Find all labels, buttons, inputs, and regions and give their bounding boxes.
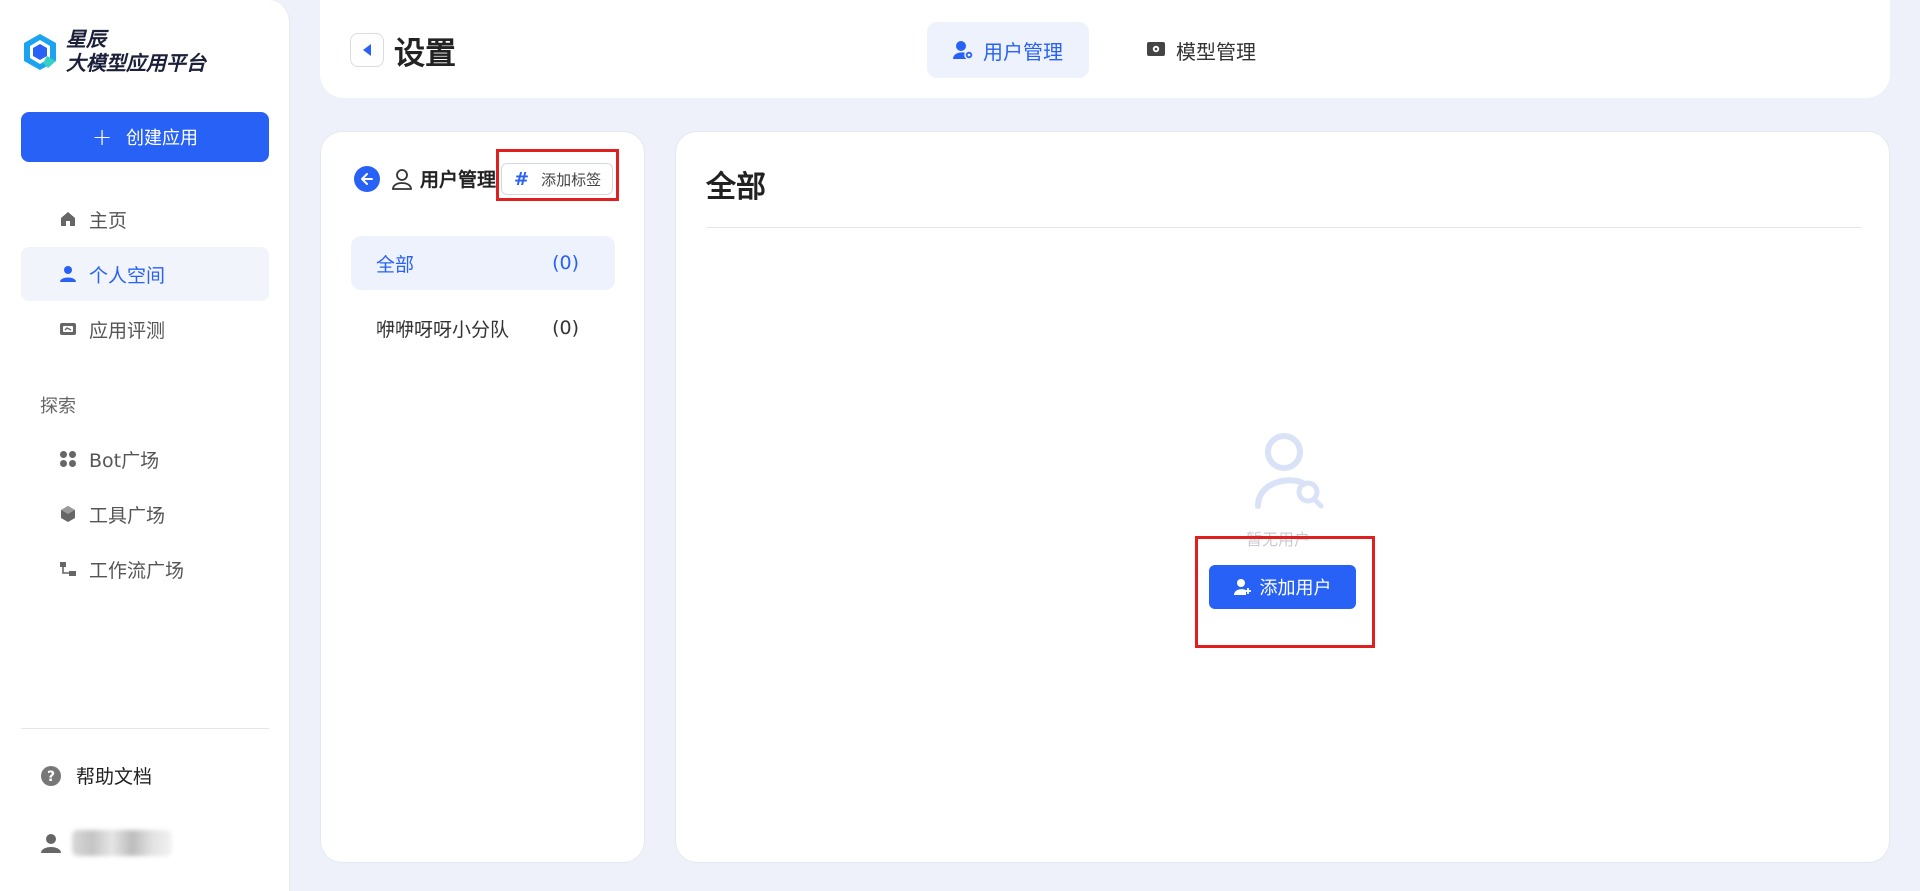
- sidebar: 星辰 大模型应用平台 + 创建应用 主页 个人空间 应用评测 探索 Bot广场: [0, 0, 290, 891]
- sidebar-item-label: 工具广场: [89, 504, 166, 527]
- home-icon: [59, 210, 77, 228]
- user-account[interactable]: [40, 830, 172, 856]
- sidebar-item-home[interactable]: 主页: [21, 192, 269, 246]
- logo-icon: [24, 33, 56, 70]
- group-title: 全部: [706, 170, 766, 205]
- panel-title: 用户管理: [420, 169, 497, 191]
- sidebar-item-bot-plaza[interactable]: Bot广场: [21, 432, 269, 486]
- create-app-button[interactable]: + 创建应用: [21, 112, 269, 162]
- arrow-left-icon: [361, 172, 373, 185]
- grid-icon: [59, 450, 77, 468]
- cube-icon: [59, 505, 77, 523]
- model-icon: [1147, 42, 1165, 56]
- workflow-icon: [59, 560, 77, 578]
- top-header: 设置 用户管理 模型管理: [320, 0, 1890, 98]
- user-settings-icon: [953, 41, 973, 60]
- help-docs-link[interactable]: ? 帮助文档: [40, 762, 152, 789]
- back-circle-button[interactable]: [354, 165, 380, 192]
- sidebar-item-label: 个人空间: [89, 264, 166, 287]
- sidebar-item-label: 工作流广场: [89, 559, 185, 582]
- sidebar-item-label: 应用评测: [89, 319, 166, 342]
- hash-icon: #: [514, 168, 530, 190]
- user-icon: [41, 834, 61, 853]
- brand-subtitle: 大模型应用平台: [66, 50, 206, 75]
- add-tag-label: 添加标签: [541, 170, 602, 189]
- group-item-all[interactable]: 全部 (0): [351, 236, 615, 290]
- evaluation-icon: [59, 320, 77, 338]
- sidebar-item-evaluation[interactable]: 应用评测: [21, 302, 269, 356]
- help-icon: ?: [41, 765, 61, 786]
- add-user-icon: [1233, 579, 1251, 595]
- sidebar-item-workflow-plaza[interactable]: 工作流广场: [21, 542, 269, 596]
- user-list-panel: 全部 暂无用户 添加用户: [675, 131, 1890, 863]
- add-user-button[interactable]: 添加用户: [1209, 565, 1356, 609]
- sidebar-divider: [21, 728, 269, 729]
- create-app-label: 创建应用: [126, 128, 199, 149]
- tab-user-management[interactable]: 用户管理: [927, 22, 1089, 78]
- sidebar-item-label: 主页: [89, 209, 128, 232]
- sidebar-item-tool-plaza[interactable]: 工具广场: [21, 487, 269, 541]
- group-count: (0): [552, 317, 579, 339]
- person-icon: [59, 265, 77, 283]
- group-name: 全部: [376, 253, 415, 276]
- avatar: [72, 830, 172, 856]
- user-outline-icon: [392, 168, 412, 190]
- sidebar-item-personal-space[interactable]: 个人空间: [21, 247, 269, 301]
- add-tag-button[interactable]: # 添加标签: [501, 163, 613, 195]
- group-item-team[interactable]: 咿咿呀呀小分队 (0): [351, 301, 615, 355]
- empty-user-search-icon: [1255, 433, 1324, 509]
- tab-label: 模型管理: [1176, 39, 1256, 64]
- caret-left-icon: [363, 44, 371, 56]
- brand-logo[interactable]: 星辰 大模型应用平台: [22, 27, 206, 75]
- title-divider: [706, 227, 1861, 228]
- add-user-label: 添加用户: [1259, 578, 1332, 599]
- user-group-panel: 用户管理 # 添加标签 全部 (0) 咿咿呀呀小分队 (0): [320, 131, 645, 863]
- svg-text:?: ?: [47, 769, 55, 785]
- explore-section-label: 探索: [40, 396, 76, 417]
- tab-label: 用户管理: [983, 39, 1063, 64]
- help-docs-label: 帮助文档: [76, 766, 153, 788]
- sidebar-item-label: Bot广场: [89, 449, 160, 472]
- brand-name: 星辰: [66, 27, 106, 51]
- tab-model-management[interactable]: 模型管理: [1120, 22, 1282, 78]
- group-name: 咿咿呀呀小分队: [376, 318, 510, 341]
- back-button[interactable]: [350, 33, 384, 67]
- plus-icon: +: [91, 123, 113, 151]
- group-count: (0): [552, 252, 579, 274]
- empty-state-text: 暂无用户: [1246, 530, 1311, 549]
- page-title: 设置: [394, 36, 456, 72]
